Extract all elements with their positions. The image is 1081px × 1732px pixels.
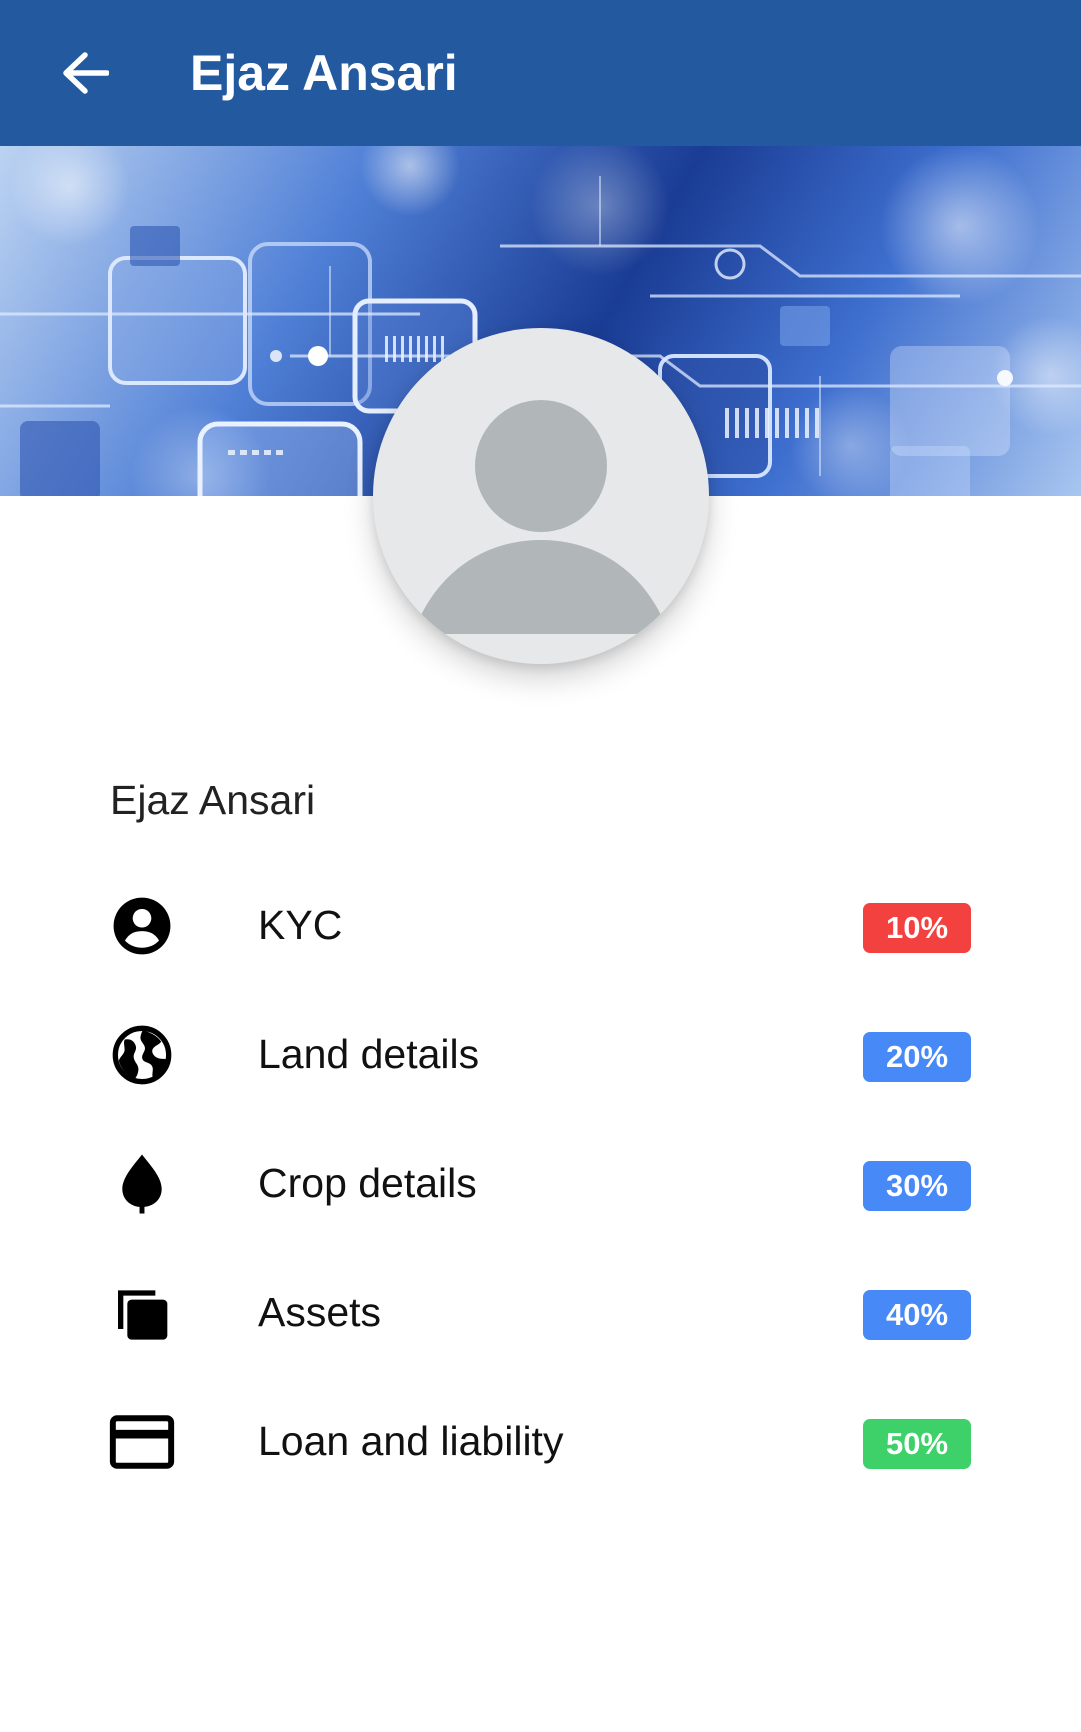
copy-stack-icon xyxy=(108,1279,176,1347)
progress-badge: 30% xyxy=(863,1161,971,1211)
app-bar: Ejaz Ansari xyxy=(0,0,1081,146)
list-item-label: Crop details xyxy=(258,1160,477,1206)
profile-screen: Ejaz Ansari Ejaz Ansari KYC 10% Land det… xyxy=(0,0,1081,1732)
list-item-crop-details[interactable]: Crop details 30% xyxy=(0,1118,1081,1247)
leaf-icon xyxy=(108,1150,176,1218)
list-item-label: Land details xyxy=(258,1031,480,1077)
globe-icon xyxy=(108,1021,176,1089)
list-item-kyc[interactable]: KYC 10% xyxy=(0,860,1081,989)
account-circle-icon xyxy=(108,892,176,960)
profile-avatar[interactable] xyxy=(373,328,709,664)
list-item-label: KYC xyxy=(258,902,343,948)
progress-badge: 10% xyxy=(863,903,971,953)
progress-badge: 40% xyxy=(863,1290,971,1340)
progress-badge: 50% xyxy=(863,1419,971,1469)
default-avatar-icon xyxy=(413,400,669,634)
credit-card-icon xyxy=(108,1408,176,1476)
arrow-back-icon xyxy=(63,52,109,94)
back-button[interactable] xyxy=(52,38,118,108)
section-list: KYC 10% Land details 20% Crop details 30 xyxy=(0,860,1081,1505)
list-item-label: Assets xyxy=(258,1289,382,1335)
list-item-assets[interactable]: Assets 40% xyxy=(0,1247,1081,1376)
progress-badge: 20% xyxy=(863,1032,971,1082)
list-item-label: Loan and liability xyxy=(258,1418,564,1464)
profile-name: Ejaz Ansari xyxy=(110,777,316,823)
list-item-land-details[interactable]: Land details 20% xyxy=(0,989,1081,1118)
list-item-loan-and-liability[interactable]: Loan and liability 50% xyxy=(0,1376,1081,1505)
page-title: Ejaz Ansari xyxy=(190,45,458,101)
